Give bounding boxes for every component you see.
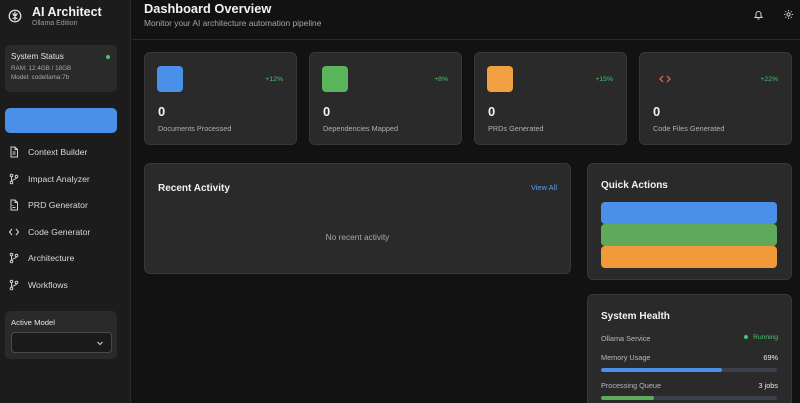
sidebar-nav: Context Builder Impact Analyzer PRD Gene… [8, 139, 123, 298]
page-title: Dashboard Overview [144, 1, 272, 16]
gear-icon[interactable] [783, 9, 794, 20]
chevron-down-icon [95, 338, 105, 348]
file-text-icon [8, 199, 20, 211]
stat-value: 0 [488, 104, 496, 119]
stat-card-documents: +12% 0 Documents Processed [144, 52, 297, 145]
ollama-service-row: Ollama Service Running [601, 334, 778, 343]
processing-queue-row: Processing Queue 3 jobs [601, 381, 778, 390]
quick-actions-panel: Quick Actions [587, 163, 792, 280]
quick-action-button-3[interactable] [601, 246, 777, 268]
quick-actions-title: Quick Actions [601, 180, 668, 191]
brand: AI Architect Ollama Edition [8, 5, 102, 27]
system-status-card: System Status RAM: 12.4GB / 18GB Model: … [5, 45, 117, 92]
document-icon [8, 146, 20, 158]
sidebar-item-workflows[interactable]: Workflows [8, 272, 123, 299]
quick-action-button-1[interactable] [601, 202, 777, 224]
memory-usage-label: Memory Usage [601, 353, 651, 362]
quick-action-button-2[interactable] [601, 224, 777, 246]
processing-queue-bar [601, 396, 777, 400]
git-branch-icon [8, 173, 20, 185]
ram-usage: RAM: 12.4GB / 18GB [11, 65, 72, 72]
header: Dashboard Overview Monitor your AI archi… [132, 0, 800, 40]
sidebar-item-impact-analyzer[interactable]: Impact Analyzer [8, 166, 123, 193]
sidebar-item-label: Architecture [28, 253, 75, 264]
sidebar-item-label: Context Builder [28, 147, 88, 158]
stat-label: Code Files Generated [653, 124, 725, 133]
stat-label: Documents Processed [158, 124, 232, 133]
stat-label: Dependencies Mapped [323, 124, 399, 133]
git-branch-icon [8, 279, 20, 291]
stat-change: +12% [265, 76, 283, 83]
sidebar-item-code-generator[interactable]: Code Generator [8, 219, 123, 246]
view-all-link[interactable]: View All [531, 183, 557, 192]
code-icon [8, 226, 20, 238]
documents-icon [157, 66, 183, 92]
sidebar-item-context-builder[interactable]: Context Builder [8, 139, 123, 166]
stat-card-code-files: +22% 0 Code Files Generated [639, 52, 792, 145]
sidebar: AI Architect Ollama Edition System Statu… [0, 0, 131, 403]
code-icon [652, 66, 678, 92]
processing-queue-value: 3 jobs [758, 381, 778, 390]
status-dot [106, 55, 110, 59]
sidebar-item-prd-generator[interactable]: PRD Generator [8, 192, 123, 219]
stat-change: +8% [434, 76, 448, 83]
brain-icon [8, 9, 22, 23]
recent-activity-panel: Recent Activity View All No recent activ… [144, 163, 571, 274]
memory-usage-bar [601, 368, 777, 372]
model-name: Model: codellama:7b [11, 74, 70, 81]
processing-queue-fill [601, 396, 654, 400]
stat-change: +22% [760, 76, 778, 83]
active-model-card: Active Model [5, 311, 117, 359]
processing-queue-label: Processing Queue [601, 381, 662, 390]
sidebar-item-architecture[interactable]: Architecture [8, 245, 123, 272]
stat-card-prds: +15% 0 PRDs Generated [474, 52, 627, 145]
running-dot [744, 335, 749, 340]
empty-state-text: No recent activity [325, 232, 390, 242]
sidebar-item-label: PRD Generator [28, 200, 88, 211]
stat-change: +15% [595, 76, 613, 83]
running-status: Running [744, 334, 778, 341]
stat-card-dependencies: +8% 0 Dependencies Mapped [309, 52, 462, 145]
git-branch-icon [8, 252, 20, 264]
active-model-label: Active Model [11, 318, 56, 327]
bell-icon[interactable] [753, 9, 764, 20]
prds-icon [487, 66, 513, 92]
dependencies-icon [322, 66, 348, 92]
sidebar-item-label: Code Generator [28, 226, 91, 237]
memory-usage-row: Memory Usage 69% [601, 353, 778, 362]
primary-action-button[interactable] [5, 108, 117, 133]
stat-label: PRDs Generated [488, 124, 544, 133]
system-status-title: System Status [11, 52, 64, 61]
active-model-select[interactable] [11, 332, 112, 353]
recent-activity-title: Recent Activity [158, 183, 230, 194]
app-subtitle: Ollama Edition [32, 20, 78, 27]
running-label: Running [753, 334, 778, 341]
page-subtitle: Monitor your AI architecture automation … [144, 18, 322, 28]
system-health-panel: System Health Ollama Service Running Mem… [587, 294, 792, 403]
stat-value: 0 [653, 104, 661, 119]
memory-usage-value: 69% [763, 353, 778, 362]
system-health-title: System Health [601, 311, 670, 322]
app-title: AI Architect [32, 5, 102, 19]
sidebar-item-label: Workflows [28, 279, 68, 290]
memory-usage-fill [601, 368, 723, 372]
stat-value: 0 [323, 104, 331, 119]
sidebar-item-label: Impact Analyzer [28, 173, 90, 184]
ollama-service-label: Ollama Service [601, 334, 651, 343]
stat-value: 0 [158, 104, 166, 119]
